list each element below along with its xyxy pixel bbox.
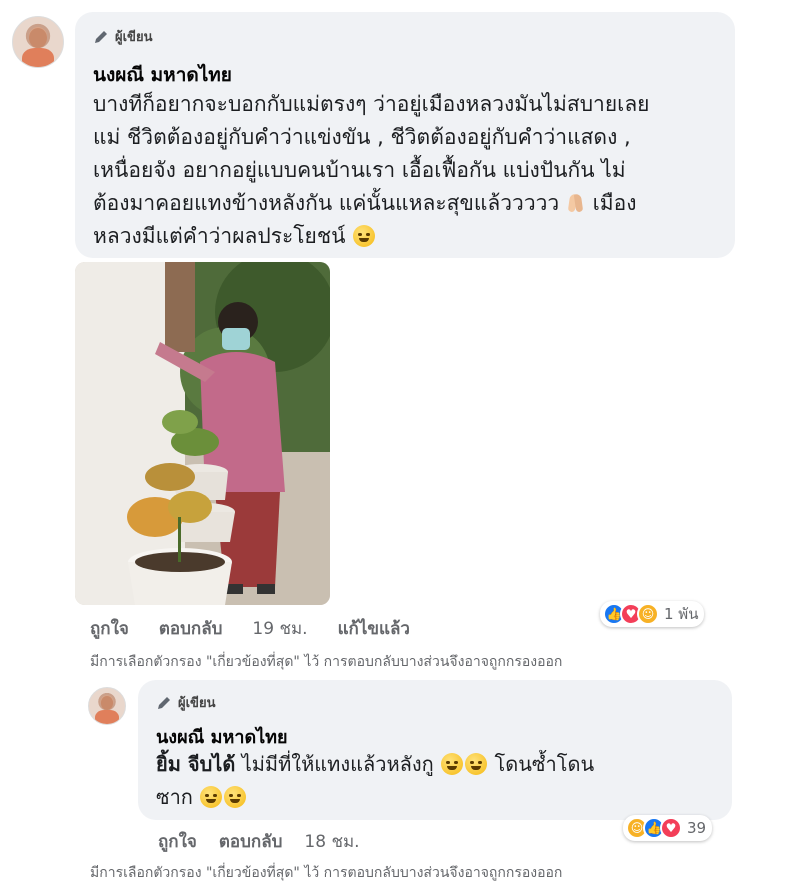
reply-author-name[interactable]: นงผณี มหาดไทย	[156, 722, 288, 751]
rolling-laughing-emoji-icon	[465, 753, 488, 775]
comment-text-segment: เมือง	[592, 191, 637, 215]
comment-text-line: เหนื่อยจัง อยากอยู่แบบคนบ้านเรา เอื้อเฟื…	[93, 158, 626, 182]
laughing-face-emoji-icon	[441, 753, 464, 775]
reply-text-segment: ไม่มีที่ให้แทงแล้วหลังกู	[241, 752, 434, 776]
reply-text-line: ยิ้ม จีบได้ ไม่มีที่ให้แทงแล้วหลังกู โดน…	[156, 748, 726, 781]
author-badge: ผู้เขียน	[93, 26, 152, 47]
comment-text-line: ต้องมาคอยแทงข้างหลังกัน แค่นั้นแหละสุขแล…	[93, 187, 733, 220]
edited-label[interactable]: แก้ไขแล้ว	[338, 615, 410, 642]
author-badge-label: ผู้เขียน	[115, 30, 153, 45]
reply-avatar[interactable]	[88, 687, 126, 725]
reply-text-line: ซาก	[156, 781, 726, 814]
filter-notice: มีการเลือกตัวกรอง "เกี่ยวข้องที่สุด" ไว้…	[90, 654, 563, 670]
comment-text-segment: ต้องมาคอยแทงข้างหลังกัน แค่นั้นแหละสุขแล…	[93, 191, 560, 215]
reaction-count: 1 พัน	[664, 605, 699, 623]
filter-notice: มีการเลือกตัวกรอง "เกี่ยวข้องที่สุด" ไว้…	[90, 865, 563, 881]
like-link[interactable]: ถูกใจ	[158, 828, 197, 855]
comment-text: บางทีก็อยากจะบอกกับแม่ตรงๆ ว่าอยู่เมืองห…	[93, 88, 733, 253]
reply-bubble: ผู้เขียน นงผณี มหาดไทย ยิ้ม จีบได้ ไม่มี…	[138, 680, 732, 820]
reply-text-segment: ซาก	[156, 785, 193, 809]
reply-text: ยิ้ม จีบได้ ไม่มีที่ให้แทงแล้วหลังกู โดน…	[156, 748, 726, 814]
timestamp[interactable]: 18 ชม.	[304, 828, 359, 855]
grimacing-face-emoji-icon	[353, 225, 376, 247]
love-reaction-icon: ♥	[660, 817, 682, 839]
care-reaction-icon: ☺	[637, 603, 659, 625]
timestamp[interactable]: 19 ชม.	[252, 615, 307, 642]
pencil-icon	[95, 30, 107, 43]
comment-text-line: แม่ ชีวิตต้องอยู่กับคำว่าแข่งขัน , ชีวิต…	[93, 125, 631, 149]
smiling-face-emoji-icon	[224, 786, 247, 808]
reply-actions: ถูกใจ ตอบกลับ 18 ชม.	[158, 828, 360, 855]
comment-actions: ถูกใจ ตอบกลับ 19 ชม. แก้ไขแล้ว	[90, 615, 410, 642]
comment-bubble: ผู้เขียน นงผณี มหาดไทย บางทีก็อยากจะบอกก…	[75, 12, 735, 258]
like-link[interactable]: ถูกใจ	[90, 615, 129, 642]
commenter-avatar[interactable]	[12, 16, 64, 68]
reaction-summary[interactable]: 👍 ♥ ☺ 1 พัน	[600, 601, 705, 627]
reaction-count: 39	[687, 819, 707, 837]
reply-text-segment: โดนซ้ำโดน	[494, 752, 595, 776]
mention-link[interactable]: ยิ้ม จีบได้	[156, 752, 235, 776]
comment-text-line: หลวงมีแต่คำว่าผลประโยชน์	[93, 220, 733, 253]
folded-hands-emoji-icon	[566, 192, 586, 214]
grimacing-face-emoji-icon	[200, 786, 223, 808]
comment-text-line: บางทีก็อยากจะบอกกับแม่ตรงๆ ว่าอยู่เมืองห…	[93, 92, 650, 116]
comment-author-name[interactable]: นงผณี มหาดไทย	[93, 60, 232, 90]
author-badge-label: ผู้เขียน	[178, 696, 216, 711]
author-badge: ผู้เขียน	[156, 692, 215, 713]
photo-scene	[75, 262, 330, 605]
comment-photo[interactable]	[75, 262, 330, 605]
pencil-icon	[158, 696, 170, 709]
reply-reaction-summary[interactable]: ☺ 👍 ♥ 39	[623, 815, 713, 841]
reply-link[interactable]: ตอบกลับ	[159, 615, 223, 642]
reply-link[interactable]: ตอบกลับ	[219, 828, 283, 855]
comment-text-segment: หลวงมีแต่คำว่าผลประโยชน์	[93, 224, 346, 248]
